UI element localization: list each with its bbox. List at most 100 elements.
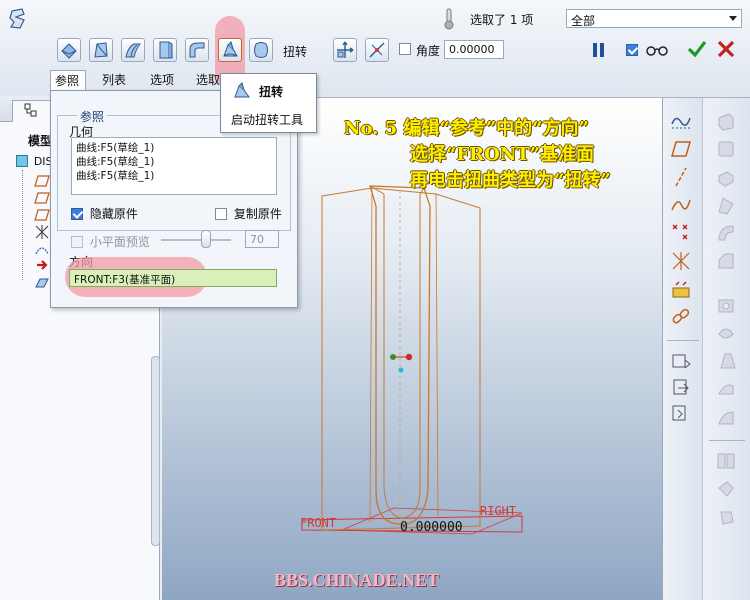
filter-select[interactable]: 全部 (566, 9, 742, 28)
preview-checkbox[interactable] (626, 44, 638, 56)
watermark: BBS.CHINADE.NET (274, 570, 440, 590)
draft-icon[interactable] (715, 378, 737, 400)
blend-icon[interactable] (715, 194, 737, 216)
preview-slider-track[interactable] (161, 239, 231, 241)
preview-value: 70 (250, 233, 264, 246)
tab-references[interactable]: 参照 (50, 70, 86, 90)
insert-arrow-icon[interactable] (36, 259, 50, 271)
angle-input[interactable]: 0.00000 (444, 40, 504, 59)
angle-input-value: 0.00000 (449, 43, 495, 56)
datum-point-tool-icon[interactable] (670, 222, 692, 244)
front-plane-label: FRONT (300, 516, 337, 530)
copy-original-row[interactable]: 复制原件 (215, 205, 282, 222)
twist-mode-label: 扭转 (283, 45, 308, 59)
app-icon[interactable] (8, 8, 28, 30)
paste-tool-icon[interactable] (670, 376, 692, 398)
stretch-button[interactable] (153, 38, 177, 62)
datum-plane-icon[interactable] (34, 191, 50, 205)
coordinate-system-icon[interactable] (34, 224, 50, 240)
sweep-icon[interactable] (715, 166, 737, 188)
bend-button[interactable] (185, 38, 209, 62)
datum-axis-tool-icon[interactable] (670, 166, 692, 188)
chamfer-icon[interactable] (715, 250, 737, 272)
datum-plane-icon[interactable] (34, 208, 50, 222)
datum-plane-icon[interactable] (34, 174, 50, 188)
selection-count: 选取了 1 项 (470, 13, 534, 27)
chevron-down-icon (729, 16, 737, 21)
geometry-list-item[interactable]: 曲线:F5(草绘_1) (76, 140, 154, 155)
tab-references-label: 参照 (55, 74, 80, 88)
round-icon[interactable] (715, 222, 737, 244)
right-plane-label: RIGHT (480, 504, 517, 518)
warp-bounding-edge (321, 187, 439, 530)
shell-icon[interactable] (715, 322, 737, 344)
rib-icon[interactable] (715, 350, 737, 372)
filter-select-value: 全部 (571, 14, 596, 28)
instruction-line-2: 选择“FRONT”基准面 (410, 144, 594, 165)
hole-icon[interactable] (715, 294, 737, 316)
coordinate-system-tool-icon[interactable] (670, 250, 692, 272)
extend-icon[interactable] (715, 506, 737, 528)
geometry-list-item[interactable]: 曲线:F5(草绘_1) (76, 154, 154, 169)
tree-tab-icon[interactable] (12, 100, 52, 122)
boundary-blend-icon[interactable] (715, 406, 737, 428)
copy-original-checkbox[interactable] (215, 208, 227, 220)
angle-toggle-button[interactable] (365, 38, 389, 62)
hide-original-label: 隐藏原件 (89, 207, 138, 221)
datum-curve-tool-icon[interactable] (670, 194, 692, 216)
warp-button[interactable] (89, 38, 113, 62)
twist-tooltip-icon (231, 81, 253, 101)
hide-original-row[interactable]: 隐藏原件 (71, 205, 138, 222)
hide-original-checkbox[interactable] (71, 208, 83, 220)
analysis-tool-icon[interactable] (670, 278, 692, 300)
toolbar-separator (667, 340, 699, 341)
twist-tooltip-title: 扭转 (259, 85, 284, 99)
tab-list[interactable]: 列表 (98, 70, 134, 90)
feature-toolbar (702, 98, 750, 600)
trim-icon[interactable] (715, 478, 737, 500)
spine-button[interactable] (121, 38, 145, 62)
tree-scrollbar[interactable] (151, 356, 160, 546)
small-preview-checkbox[interactable] (71, 236, 83, 248)
copy-tool-icon[interactable] (670, 350, 692, 372)
transform-button[interactable] (57, 38, 81, 62)
preview-value-input[interactable]: 70 (245, 230, 279, 248)
mirror-tool-icon[interactable] (670, 402, 692, 424)
direction-field[interactable]: FRONT:F3(基准平面) (69, 269, 277, 287)
axis-direction-button[interactable] (333, 38, 357, 62)
preview-slider-thumb[interactable] (201, 230, 211, 248)
tree-tab-label: 模型 (28, 134, 53, 148)
warp-feature-icon[interactable] (34, 276, 50, 290)
drag-handle-cyan (398, 367, 404, 373)
extrude-icon[interactable] (715, 110, 737, 132)
tab-options[interactable]: 选项 (146, 70, 182, 90)
body-inner-edge (383, 194, 421, 519)
datum-plane-tool-icon[interactable] (670, 138, 692, 160)
glasses-icon[interactable] (645, 43, 669, 57)
sketch-curve-icon[interactable] (670, 110, 692, 132)
revolve-icon[interactable] (715, 138, 737, 160)
twist-tooltip-description: 启动扭转工具 (231, 113, 304, 127)
tab-options-label: 选项 (150, 73, 175, 87)
chain-link-icon[interactable] (670, 306, 692, 328)
geometry-list[interactable]: 曲线:F5(草绘_1) 曲线:F5(草绘_1) 曲线:F5(草绘_1) (71, 137, 277, 195)
instruction-line-3: 再电击扭曲类型为“扭转” (410, 170, 611, 191)
sculpt-button[interactable] (249, 38, 273, 62)
confirm-check-icon[interactable] (687, 40, 707, 58)
small-preview-label: 小平面预览 (89, 235, 150, 249)
tab-list-label: 列表 (102, 73, 127, 87)
pause-icon[interactable] (593, 43, 605, 57)
datum-axis-icon[interactable] (34, 242, 50, 256)
small-preview-row[interactable]: 小平面预览 (71, 233, 150, 250)
warp-bounding-box (321, 187, 481, 531)
cancel-x-icon[interactable] (716, 40, 736, 58)
feature-dashboard: 选取了 1 项 全部 扭转 角度 0.00000 参照 列表 选项 选取 (0, 0, 750, 98)
geometry-list-item[interactable]: 曲线:F5(草绘_1) (76, 168, 154, 183)
instruction-line-1: No. 5 编辑“参考”中的“方向” (344, 118, 589, 139)
angle-checkbox[interactable] (399, 43, 411, 55)
tree-root-row[interactable]: DIS (16, 154, 53, 170)
dimension-value[interactable]: 0.000000 (400, 520, 463, 535)
merge-icon[interactable] (715, 450, 737, 472)
copy-original-label: 复制原件 (233, 207, 282, 221)
twist-button[interactable] (218, 38, 242, 62)
